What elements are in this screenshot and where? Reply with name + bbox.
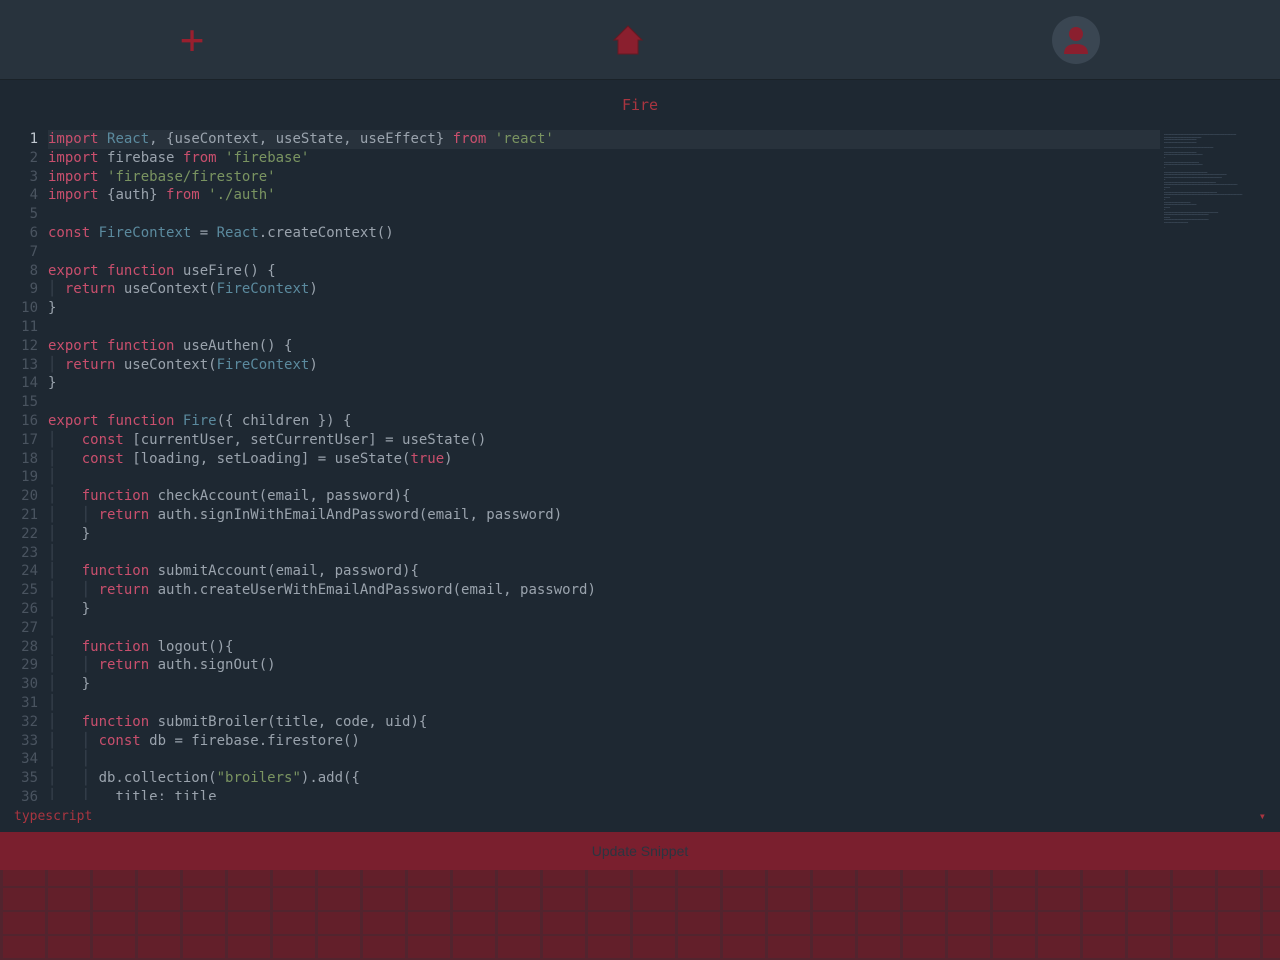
avatar[interactable] xyxy=(1052,16,1100,64)
minimap[interactable]: ▬▬▬▬▬▬▬▬▬▬▬▬▬▬▬▬▬▬▬▬▬▬▬▬▬▬▬▬▬▬▬▬▬▬▬▬▬▬▬▬… xyxy=(1160,130,1280,800)
chevron-down-icon: ▾ xyxy=(1259,809,1266,823)
language-selector[interactable]: typescript ▾ xyxy=(0,800,1280,832)
line-gutter: 1234567891011121314151617181920212223242… xyxy=(0,130,48,800)
snippet-title: Fire xyxy=(622,96,658,114)
title-bar: Fire xyxy=(0,80,1280,130)
language-label: typescript xyxy=(14,809,92,824)
update-snippet-button[interactable]: Update Snippet xyxy=(0,832,1280,870)
add-icon[interactable]: + xyxy=(180,17,204,63)
code-area[interactable]: import React, {useContext, useState, use… xyxy=(48,130,1160,800)
app-header: + xyxy=(0,0,1280,80)
home-icon[interactable] xyxy=(606,18,650,62)
code-editor[interactable]: 1234567891011121314151617181920212223242… xyxy=(0,130,1280,800)
decorative-footer xyxy=(0,870,1280,960)
